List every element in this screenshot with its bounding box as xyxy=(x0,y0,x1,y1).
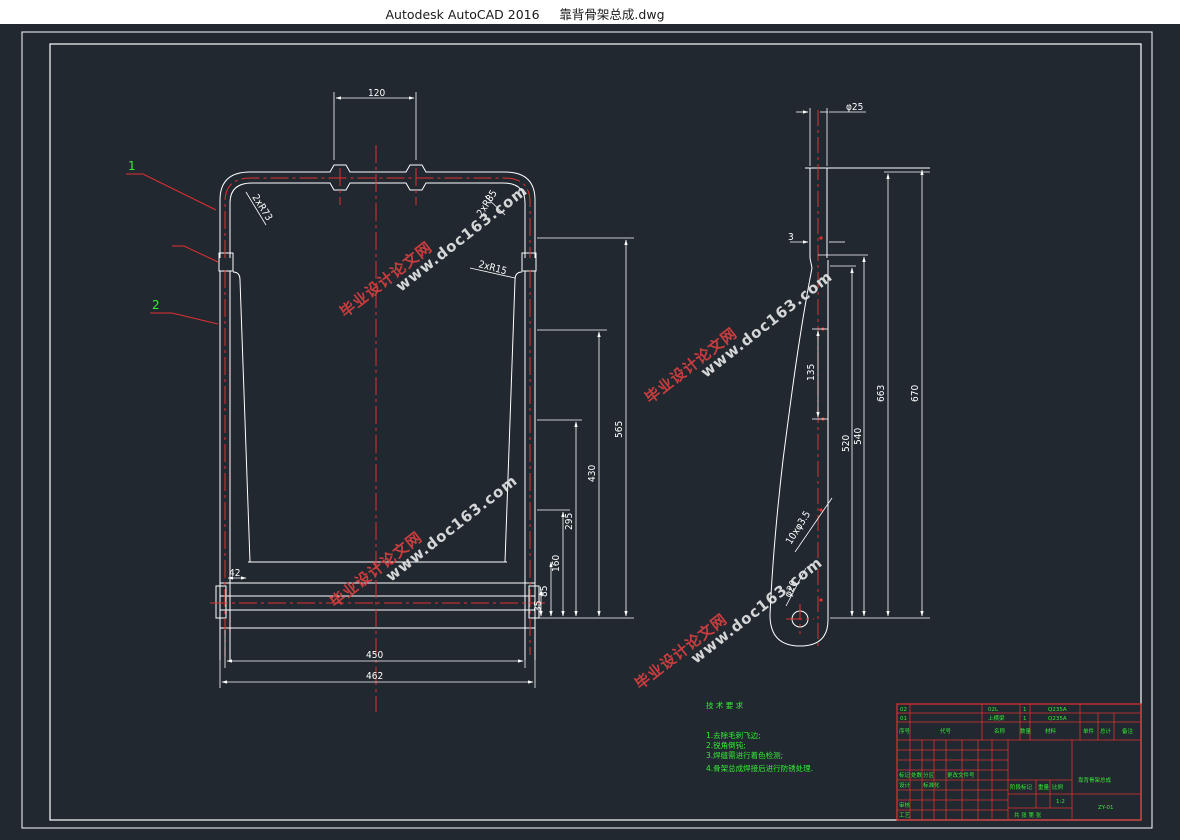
bom-qty: 1 xyxy=(1023,707,1027,713)
dim-dia25: φ25 xyxy=(846,102,863,113)
dim-663: 663 xyxy=(876,385,887,402)
dim-135: 135 xyxy=(806,364,817,381)
dim-42: 42 xyxy=(229,568,240,579)
sign-label: 重量 xyxy=(1038,783,1050,791)
bom-no: 01 xyxy=(900,716,907,722)
sign-label: 更改文件号 xyxy=(947,771,975,779)
dim-430: 430 xyxy=(587,465,598,482)
front-dim-texts: 120 450 462 42 565 430 295 160 85 35 2xR… xyxy=(229,88,625,682)
watermarks: 毕业设计论文网 www.doc163.com 毕业设计论文网 www.doc16… xyxy=(326,181,836,693)
dim-85: 85 xyxy=(539,586,550,597)
drawing-name: 靠背骨架总成 xyxy=(1078,776,1112,784)
technical-requirements: 技 术 要 求 1.去除毛刺飞边; 2.锐角倒钝; 3.焊缝需进行着色检测; 4… xyxy=(706,700,813,773)
sign-label: 标准化 xyxy=(923,781,940,789)
bom-code: 上横梁 xyxy=(988,714,1005,722)
bom-header: 代号 xyxy=(940,727,952,735)
bom-no: 02 xyxy=(900,707,907,713)
window-title: Autodesk AutoCAD 2016 靠背骨架总成.dwg xyxy=(385,7,665,22)
watermark-url: www.doc163.com xyxy=(382,471,521,585)
note-item: 2.锐角倒钝; xyxy=(706,740,746,750)
sign-label: 审核 xyxy=(899,801,911,809)
dim-540: 540 xyxy=(853,428,864,445)
bom-code: 02L xyxy=(988,707,999,713)
front-view xyxy=(215,164,540,660)
note-item: 1.去除毛刺飞边; xyxy=(706,730,761,740)
front-dimensions xyxy=(219,92,634,688)
sheet-outer-border xyxy=(21,31,1153,829)
cad-drawing: 1 2 120 450 462 42 565 430 295 160 85 35… xyxy=(21,31,1153,829)
side-dimensions xyxy=(785,108,930,619)
sign-label: 设计 xyxy=(899,781,911,789)
dim-520: 520 xyxy=(841,435,852,452)
title-block xyxy=(896,703,1142,821)
dim-35: 35 xyxy=(533,601,544,612)
dim-565: 565 xyxy=(614,421,625,438)
leaders xyxy=(126,173,219,325)
note-item: 4.骨架总成焊接后进行防锈处理. xyxy=(706,763,813,773)
sign-label: 比例 xyxy=(1052,783,1064,791)
balloon-1: 1 xyxy=(128,159,136,173)
dim-3: 3 xyxy=(788,232,794,243)
dim-holes: 10xφ3.5 xyxy=(784,509,813,546)
bom-header: 序号 xyxy=(899,727,911,735)
note-item: 3.焊缝需进行着色检测; xyxy=(706,750,783,760)
dim-295: 295 xyxy=(564,513,575,530)
bom-header: 备注 xyxy=(1122,727,1134,735)
bom-material: Q235A xyxy=(1048,716,1067,722)
bom-header: 数量 xyxy=(1020,727,1032,735)
sign-label: 标记 xyxy=(899,771,911,779)
drawing-canvas[interactable]: 1 2 120 450 462 42 565 430 295 160 85 35… xyxy=(0,24,1180,840)
bom-qty: 1 xyxy=(1023,716,1027,722)
drawing-number: ZY-01 xyxy=(1098,805,1113,811)
sign-label: 共 张 第 张 xyxy=(1014,811,1042,819)
sign-label: 处数 xyxy=(911,771,923,779)
dim-160: 160 xyxy=(551,555,562,572)
sign-label: 分区 xyxy=(923,771,935,779)
dim-450: 450 xyxy=(366,650,383,661)
scale-value: 1:2 xyxy=(1056,799,1065,805)
watermark-url: www.doc163.com xyxy=(392,181,531,295)
dim-670: 670 xyxy=(910,385,921,402)
balloon-2: 2 xyxy=(152,298,160,312)
sign-label: 工艺 xyxy=(899,812,911,819)
bom-header: 总计 xyxy=(1100,727,1112,735)
bom-header: 名称 xyxy=(994,727,1006,735)
dim-120: 120 xyxy=(368,88,385,99)
watermark-url: www.doc163.com xyxy=(687,553,826,667)
title-bar: Autodesk AutoCAD 2016 靠背骨架总成.dwg xyxy=(0,0,1180,25)
bom-material: Q235A xyxy=(1048,707,1067,713)
notes-title: 技 术 要 求 xyxy=(706,700,744,710)
bom-header: 单件 xyxy=(1083,727,1095,735)
dim-462: 462 xyxy=(366,671,383,682)
sign-label: 阶段标记 xyxy=(1010,783,1033,791)
dim-r15: 2xR15 xyxy=(477,259,508,277)
front-centerlines xyxy=(210,145,545,712)
bom-header: 材料 xyxy=(1045,727,1057,735)
